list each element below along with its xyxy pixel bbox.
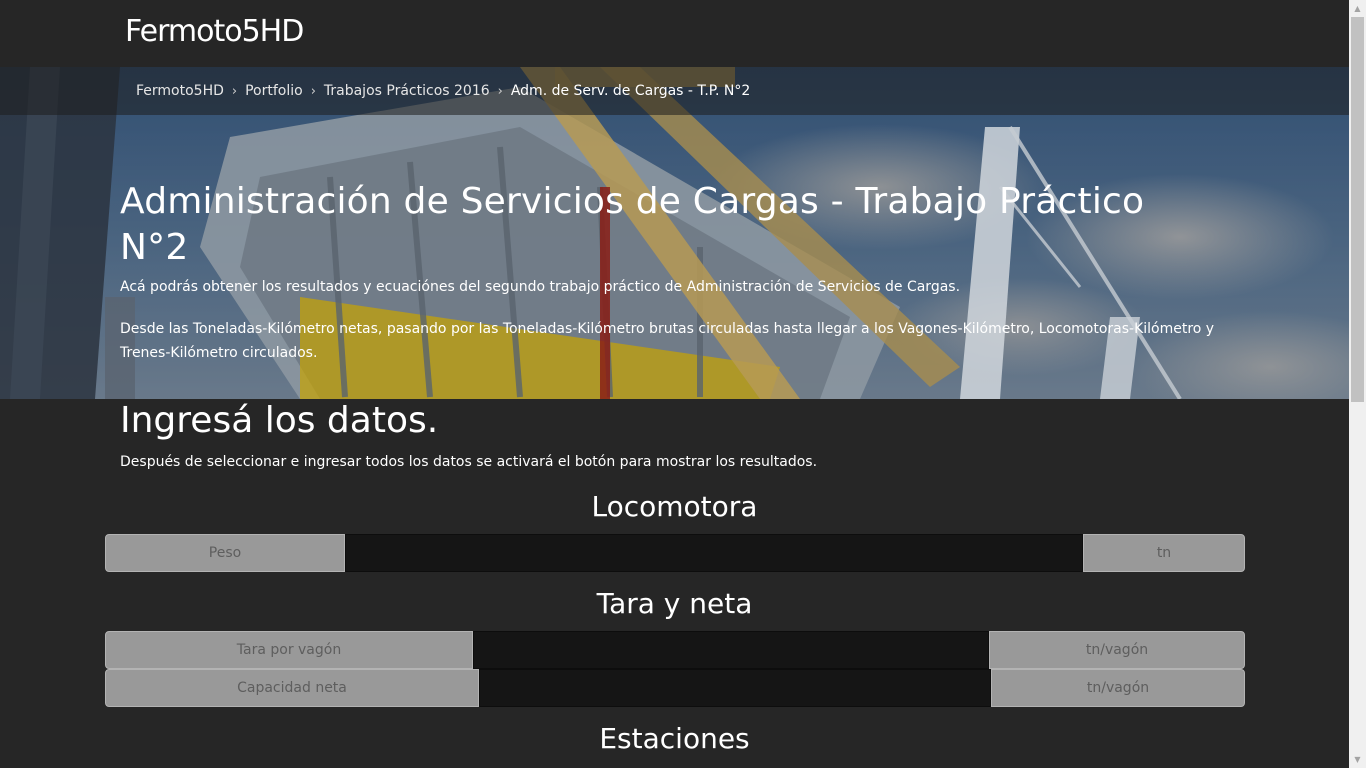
form-subtitle: Después de seleccionar e ingresar todos … [120, 454, 818, 470]
breadcrumb-link-trabajos[interactable]: Trabajos Prácticos 2016 [324, 83, 490, 99]
scroll-up-arrow-icon[interactable]: ▲ [1349, 0, 1366, 17]
group-title-tara-neta: Tara y neta [596, 587, 753, 620]
hero-description: Acá podrás obtener los resultados y ecua… [120, 279, 961, 295]
group-title-locomotora: Locomotora [591, 490, 758, 523]
breadcrumb-link-portfolio[interactable]: Portfolio [245, 83, 303, 99]
breadcrumb-separator: › [310, 83, 316, 99]
breadcrumb-current: Adm. de Serv. de Cargas - T.P. N°2 [510, 83, 751, 99]
peso-label: Peso [105, 534, 345, 572]
hero-text: Administración de Servicios de Cargas - … [120, 179, 1220, 365]
scrollbar-thumb[interactable] [1351, 17, 1364, 402]
breadcrumb-separator: › [231, 83, 238, 99]
scroll-down-arrow-icon[interactable]: ▼ [1349, 751, 1366, 768]
breadcrumb-link-home[interactable]: Fermoto5HD [136, 83, 224, 99]
hero-banner: Fermoto5HD › Portfolio › Trabajos Prácti… [0, 67, 1349, 399]
input-group-tara: Tara por vagón tn/vagón [105, 631, 1245, 669]
tara-label: Tara por vagón [105, 631, 473, 669]
form-title: Ingresá los datos. [120, 400, 439, 441]
tara-unit: tn/vagón [989, 631, 1245, 669]
breadcrumb: Fermoto5HD › Portfolio › Trabajos Prácti… [0, 67, 1349, 115]
capacidad-input[interactable] [479, 669, 991, 707]
peso-input[interactable] [345, 534, 1083, 572]
breadcrumb-separator: › [497, 83, 503, 99]
input-group-peso: Peso tn [105, 534, 1245, 572]
page: Fermoto5HD Fermoto5HD › Portfolio › Trab… [0, 0, 1349, 768]
group-title-estaciones: Estaciones [599, 722, 750, 755]
tara-input[interactable] [473, 631, 989, 669]
top-navbar: Fermoto5HD [0, 0, 1349, 67]
peso-unit: tn [1083, 534, 1245, 572]
hero-description-secondary: Desde las Toneladas-Kilómetro netas, pas… [120, 321, 1215, 361]
brand-logo-link[interactable]: Fermoto5HD [125, 14, 304, 49]
vertical-scrollbar[interactable]: ▲ ▼ [1349, 0, 1366, 768]
capacidad-unit: tn/vagón [991, 669, 1245, 707]
page-title: Administración de Servicios de Cargas - … [120, 181, 1145, 268]
input-group-capacidad: Capacidad neta tn/vagón [105, 669, 1245, 707]
capacidad-label: Capacidad neta [105, 669, 479, 707]
